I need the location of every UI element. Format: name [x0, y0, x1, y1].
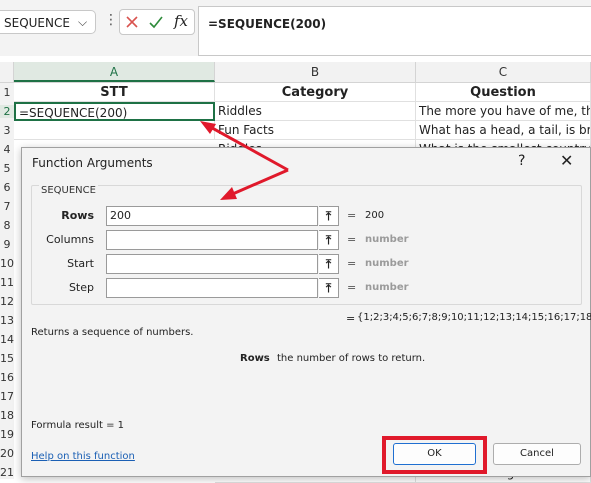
arrow-line-to-rows [227, 168, 289, 198]
arrow-line-to-cell [204, 122, 289, 172]
annotation-arrows [200, 121, 289, 200]
arrow-head-to-cell [200, 121, 216, 134]
arrow-head-to-rows [220, 187, 237, 200]
ok-button-highlight [382, 436, 487, 474]
